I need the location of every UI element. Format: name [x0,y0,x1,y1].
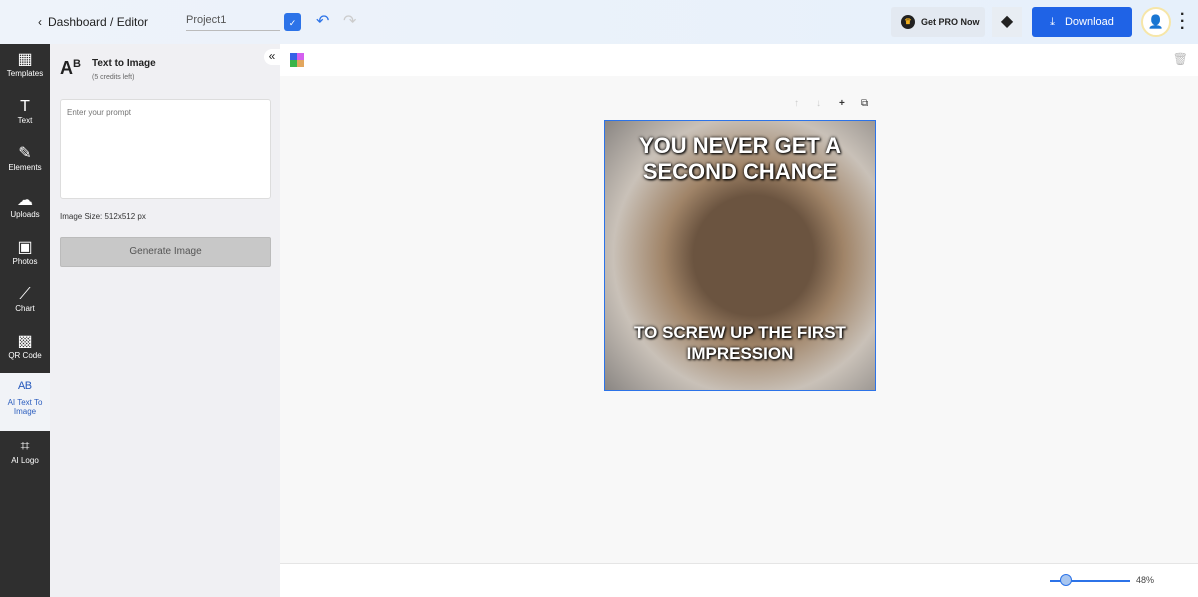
ai-text-image-icon: ᴬᴮ [18,380,32,397]
sidebar: ▦ Templates T Text ✎ Elements ☁ Uploads ▣ Photos ⟋… [0,44,50,597]
sidebar-item-chart[interactable]: ⟋ Chart [0,279,50,326]
sidebar-item-label: Elements [8,163,42,172]
photo-icon: ▣ [17,239,33,256]
ai-logo-icon: ⌗ [20,438,30,455]
grid-icon: ▦ [17,51,33,68]
generate-image-button[interactable]: Generate Image [60,237,271,267]
sidebar-item-templates[interactable]: ▦ Templates [0,44,50,91]
get-pro-button[interactable]: ♛ Get PRO Now [891,7,985,37]
undo-icon[interactable]: ↶ [316,11,329,31]
collapse-panel-icon[interactable]: « [264,49,280,65]
breadcrumb[interactable]: ‹ Dashboard / Editor [38,15,148,29]
prompt-input[interactable] [60,99,271,199]
add-page-icon[interactable]: + [839,98,845,109]
ethereum-icon[interactable]: ◆ [992,7,1022,37]
sidebar-item-ai-text-to-image[interactable]: ᴬᴮ AI Text To Image [0,373,50,431]
text-to-image-panel: AB Text to Image (5 credits left) Image … [50,44,280,597]
download-icon: ⤓ [1050,15,1055,28]
sidebar-item-label: Photos [12,257,38,266]
chart-icon: ⟋ [19,286,31,303]
design-canvas[interactable]: YOU NEVER GET A SECOND CHANCE TO SCREW U… [604,120,876,391]
save-icon[interactable]: ✓ [284,13,301,31]
sidebar-item-label: AI Logo [11,456,39,465]
sidebar-item-uploads[interactable]: ☁ Uploads [0,185,50,232]
sidebar-item-label: Chart [15,304,35,313]
pen-icon: ✎ [18,145,32,162]
trash-icon[interactable]: 🗑 [1173,52,1188,66]
bottom-caption[interactable]: TO SCREW UP THE FIRST IMPRESSION [605,322,875,364]
move-up-icon[interactable]: ↑ [794,98,799,109]
image-size-label: Image Size: 512x512 px [60,212,146,221]
sidebar-item-text[interactable]: T Text [0,91,50,138]
panel-title: Text to Image [92,58,156,69]
sidebar-item-label: AI Text To Image [7,398,43,416]
crown-icon: ♛ [901,15,915,29]
upload-cloud-icon: ☁ [17,192,33,209]
color-palette-icon[interactable] [290,53,304,67]
duplicate-icon[interactable]: ⧉ [861,98,868,109]
avatar[interactable]: 👤 [1141,7,1171,37]
canvas-toolbar: 🗑 [280,44,1198,76]
download-button[interactable]: ⤓ Download [1032,7,1132,37]
sidebar-item-photos[interactable]: ▣ Photos [0,232,50,279]
sidebar-item-ai-logo[interactable]: ⌗ AI Logo [0,431,50,478]
more-vertical-icon[interactable]: · · · [1180,7,1188,37]
project-name-input[interactable]: Project1 [186,14,280,31]
sidebar-item-label: Templates [6,69,44,78]
sidebar-item-label: Text [17,116,33,125]
sidebar-item-label: QR Code [8,351,42,360]
top-bar: ‹ Dashboard / Editor Project1 ✓ ↶ ↷ ♛ Get … [0,0,1198,44]
credits-left: (5 credits left) [92,74,135,81]
back-chevron-icon[interactable]: ‹ [38,15,42,29]
zoom-value: 48% [1136,575,1155,585]
bottom-bar: 48% [280,563,1198,597]
sidebar-item-elements[interactable]: ✎ Elements [0,138,50,185]
qr-icon: ▩ [17,333,33,350]
sidebar-item-label: Uploads [10,210,40,219]
redo-icon[interactable]: ↷ [343,11,356,31]
top-caption[interactable]: YOU NEVER GET A SECOND CHANCE [605,133,875,185]
text-icon: T [20,98,30,115]
move-down-icon[interactable]: ↓ [816,98,821,109]
text-to-image-icon: AB [60,58,81,78]
sidebar-item-qr-code[interactable]: ▩ QR Code [0,326,50,373]
zoom-slider-handle[interactable] [1060,574,1072,586]
